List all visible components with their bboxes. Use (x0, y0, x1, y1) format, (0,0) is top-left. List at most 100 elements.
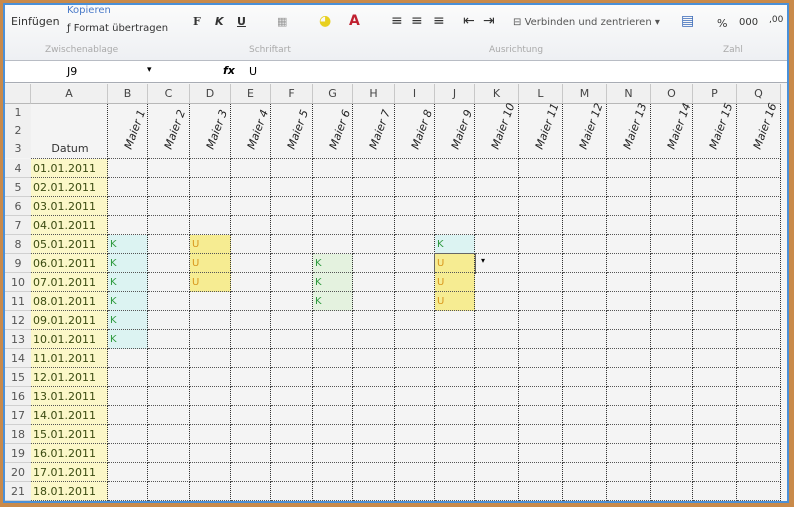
empty-cell[interactable] (148, 330, 190, 349)
column-header-M[interactable]: M (563, 84, 607, 104)
row-header-18[interactable]: 18 (5, 425, 31, 444)
fx-icon[interactable]: fx (223, 64, 235, 77)
empty-cell[interactable] (563, 254, 607, 273)
empty-cell[interactable] (313, 159, 353, 178)
date-cell[interactable]: 08.01.2011 (31, 292, 108, 311)
date-cell[interactable]: 12.01.2011 (31, 368, 108, 387)
row-header-13[interactable]: 13 (5, 330, 31, 349)
column-header-L[interactable]: L (519, 84, 563, 104)
empty-cell[interactable] (148, 197, 190, 216)
empty-cell[interactable] (737, 292, 781, 311)
empty-cell[interactable] (563, 235, 607, 254)
empty-cell[interactable] (313, 425, 353, 444)
empty-cell[interactable] (651, 406, 693, 425)
empty-cell[interactable] (313, 311, 353, 330)
fill-color-icon[interactable]: ◕ (319, 13, 331, 29)
empty-cell[interactable] (693, 406, 737, 425)
date-cell[interactable]: 11.01.2011 (31, 349, 108, 368)
row-header-20[interactable]: 20 (5, 463, 31, 482)
empty-cell[interactable] (607, 406, 651, 425)
empty-cell[interactable] (190, 368, 231, 387)
empty-cell[interactable] (607, 254, 651, 273)
empty-cell[interactable] (651, 368, 693, 387)
entry-cell[interactable]: U (435, 273, 475, 292)
empty-cell[interactable] (475, 159, 519, 178)
empty-cell[interactable] (607, 216, 651, 235)
empty-cell[interactable] (108, 482, 148, 501)
empty-cell[interactable] (190, 197, 231, 216)
date-cell[interactable]: 01.01.2011 (31, 159, 108, 178)
entry-cell[interactable]: U (190, 273, 231, 292)
empty-cell[interactable] (313, 235, 353, 254)
empty-cell[interactable] (353, 425, 395, 444)
empty-cell[interactable] (108, 197, 148, 216)
empty-cell[interactable] (607, 425, 651, 444)
empty-cell[interactable] (395, 425, 435, 444)
empty-cell[interactable] (607, 368, 651, 387)
empty-cell[interactable] (231, 311, 271, 330)
date-cell[interactable]: 14.01.2011 (31, 406, 108, 425)
empty-cell[interactable] (651, 235, 693, 254)
empty-cell[interactable] (475, 330, 519, 349)
empty-cell[interactable] (519, 444, 563, 463)
empty-cell[interactable] (693, 387, 737, 406)
empty-cell[interactable] (435, 349, 475, 368)
empty-cell[interactable] (231, 387, 271, 406)
row-header-19[interactable]: 19 (5, 444, 31, 463)
column-header-P[interactable]: P (693, 84, 737, 104)
empty-cell[interactable] (435, 216, 475, 235)
empty-cell[interactable] (231, 216, 271, 235)
empty-cell[interactable] (651, 482, 693, 501)
empty-cell[interactable] (475, 178, 519, 197)
date-cell[interactable]: 03.01.2011 (31, 197, 108, 216)
empty-cell[interactable] (607, 349, 651, 368)
empty-cell[interactable] (519, 349, 563, 368)
empty-cell[interactable] (271, 178, 313, 197)
empty-cell[interactable] (737, 311, 781, 330)
empty-cell[interactable] (693, 178, 737, 197)
empty-cell[interactable] (353, 273, 395, 292)
empty-cell[interactable] (651, 159, 693, 178)
entry-cell[interactable]: K (108, 330, 148, 349)
empty-cell[interactable] (737, 197, 781, 216)
date-cell[interactable]: 18.01.2011 (31, 482, 108, 501)
empty-cell[interactable] (190, 444, 231, 463)
row-header-5[interactable]: 5 (5, 178, 31, 197)
empty-cell[interactable] (148, 273, 190, 292)
empty-cell[interactable] (737, 425, 781, 444)
empty-cell[interactable] (231, 463, 271, 482)
empty-cell[interactable] (271, 368, 313, 387)
empty-cell[interactable] (395, 216, 435, 235)
empty-cell[interactable] (693, 444, 737, 463)
date-cell[interactable]: 07.01.2011 (31, 273, 108, 292)
empty-cell[interactable] (737, 254, 781, 273)
empty-cell[interactable] (395, 311, 435, 330)
entry-cell[interactable]: K (313, 254, 353, 273)
empty-cell[interactable] (148, 254, 190, 273)
empty-cell[interactable] (353, 292, 395, 311)
empty-cell[interactable] (737, 235, 781, 254)
empty-cell[interactable] (563, 159, 607, 178)
row-header-4[interactable]: 4 (5, 159, 31, 178)
percent-button[interactable]: % (717, 17, 727, 30)
cell-dropdown-icon[interactable]: ▾ (479, 256, 489, 270)
empty-cell[interactable] (271, 349, 313, 368)
empty-cell[interactable] (231, 425, 271, 444)
empty-cell[interactable] (271, 444, 313, 463)
empty-cell[interactable] (519, 406, 563, 425)
empty-cell[interactable] (693, 159, 737, 178)
empty-cell[interactable] (435, 463, 475, 482)
empty-cell[interactable] (563, 216, 607, 235)
empty-cell[interactable] (353, 178, 395, 197)
empty-cell[interactable] (313, 216, 353, 235)
empty-cell[interactable] (231, 444, 271, 463)
date-cell[interactable]: 15.01.2011 (31, 425, 108, 444)
empty-cell[interactable] (148, 311, 190, 330)
empty-cell[interactable] (475, 425, 519, 444)
empty-cell[interactable] (271, 463, 313, 482)
empty-cell[interactable] (693, 463, 737, 482)
empty-cell[interactable] (737, 330, 781, 349)
empty-cell[interactable] (435, 330, 475, 349)
entry-cell[interactable]: K (108, 311, 148, 330)
entry-cell[interactable]: K (108, 254, 148, 273)
